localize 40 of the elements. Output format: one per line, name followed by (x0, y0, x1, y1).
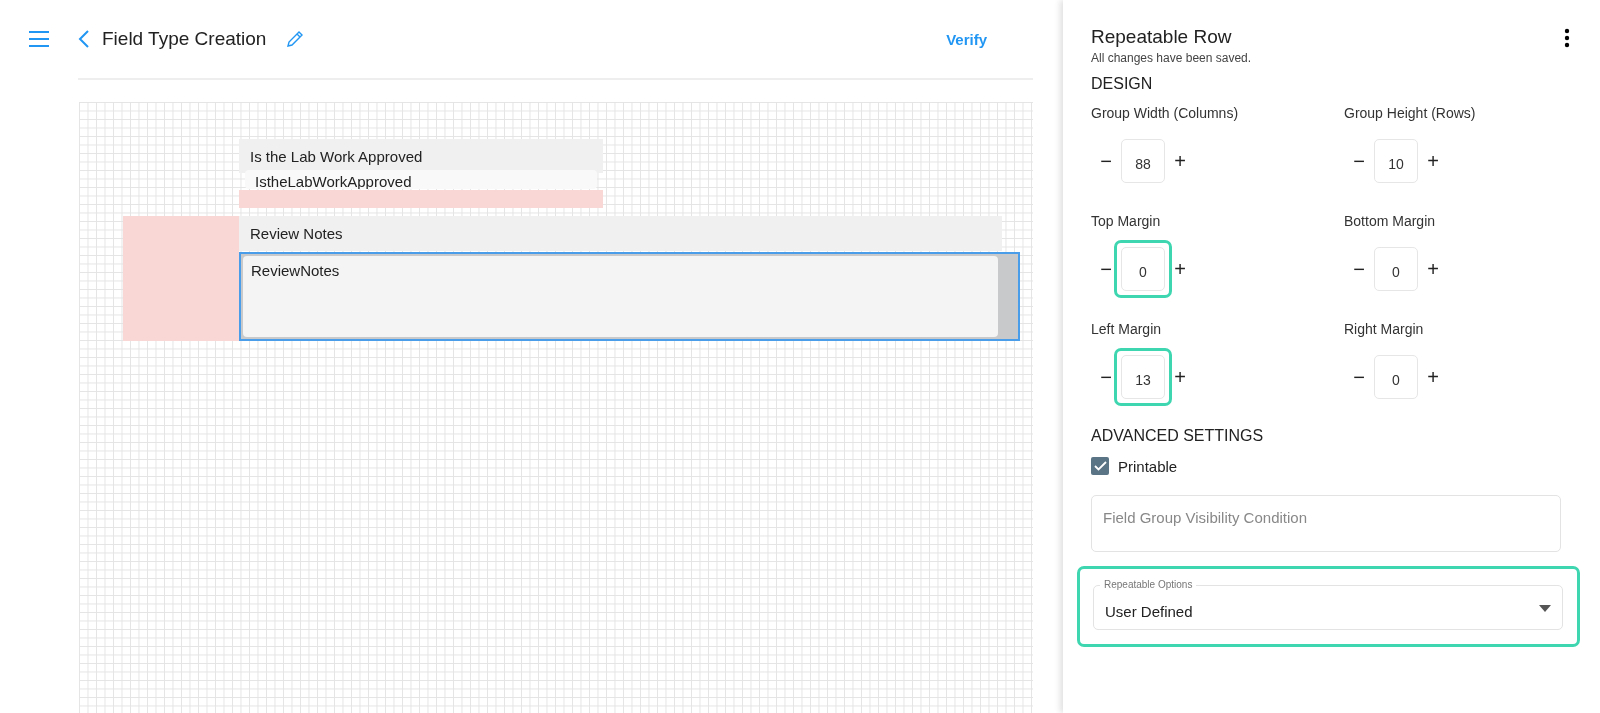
stepper-label: Bottom Margin (1344, 213, 1437, 229)
number-field[interactable]: 13 (1121, 355, 1165, 399)
more-icon[interactable] (1564, 28, 1570, 48)
decrement-button[interactable]: − (1091, 257, 1121, 281)
increment-button[interactable]: + (1418, 257, 1448, 281)
save-status: All changes have been saved. (1091, 51, 1252, 65)
caret-icon (1539, 605, 1551, 612)
section-heading: DESIGN (1091, 75, 1154, 93)
visibility-condition-field[interactable]: Field Group Visibility Condition (1091, 495, 1561, 552)
decrement-button[interactable]: − (1091, 365, 1121, 389)
stepper-label: Top Margin (1091, 213, 1162, 229)
number-field[interactable]: 10 (1374, 139, 1418, 183)
increment-button[interactable]: + (1165, 257, 1195, 281)
stepper-label: Left Margin (1091, 321, 1163, 337)
stepper-label: Group Height (Rows) (1344, 105, 1477, 121)
checkbox[interactable] (1091, 457, 1109, 475)
number-field[interactable]: 0 (1121, 247, 1165, 291)
number-field[interactable]: 0 (1374, 247, 1418, 291)
section-heading: ADVANCED SETTINGS (1091, 427, 1265, 445)
stepper-label: Right Margin (1344, 321, 1425, 337)
back-icon[interactable] (78, 30, 90, 48)
decrement-button[interactable]: − (1344, 149, 1374, 173)
increment-button[interactable]: + (1165, 365, 1195, 389)
increment-button[interactable]: + (1418, 149, 1448, 173)
pencil-icon[interactable] (286, 30, 305, 48)
panel-title: Repeatable Row (1091, 26, 1233, 48)
page-title: Field Type Creation (102, 28, 267, 50)
number-field[interactable]: 88 (1121, 139, 1165, 183)
menu-icon[interactable] (28, 30, 50, 48)
notes-field[interactable]: ReviewNotes (239, 252, 1020, 341)
field-label: Review Notes (239, 216, 1002, 251)
stepper-label: Group Width (Columns) (1091, 105, 1240, 121)
number-field[interactable]: 0 (1374, 355, 1418, 399)
decrement-button[interactable]: − (1344, 365, 1374, 389)
decrement-button[interactable]: − (1091, 149, 1121, 173)
increment-button[interactable]: + (1165, 149, 1195, 173)
checkbox-label: Printable (1118, 457, 1178, 475)
increment-button[interactable]: + (1418, 365, 1448, 389)
field-label: Is the Lab Work Approved (239, 139, 603, 173)
decrement-button[interactable]: − (1344, 257, 1374, 281)
